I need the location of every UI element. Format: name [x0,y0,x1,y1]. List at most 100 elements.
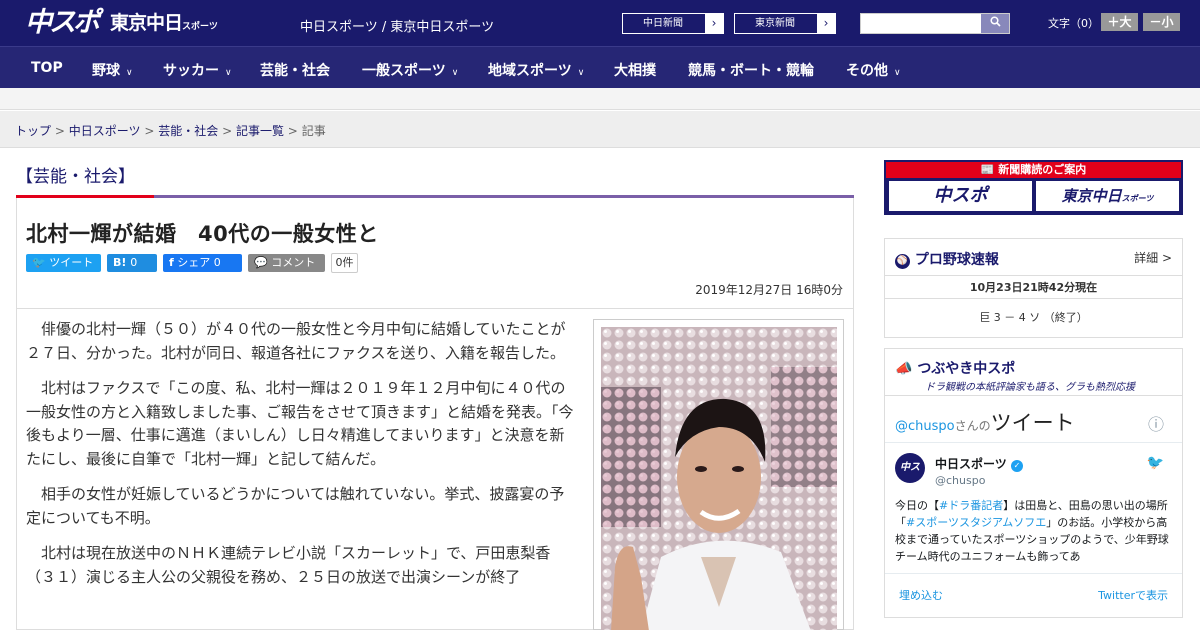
hashtag-link[interactable]: #ドラ番記者 [939,499,1003,512]
paragraph: 北村は現在放送中のＮＨＫ連続テレビ小説「スカーレット」で、戸田恵梨香（３１）演じ… [26,544,551,586]
nav-entertainment[interactable]: 芸能・社会 [260,60,330,80]
breadcrumb-top[interactable]: トップ [15,124,51,138]
baseball-title-text: プロ野球速報 [914,252,999,268]
chevron-down-icon: ∨ [451,68,459,78]
nav-other[interactable]: その他 ∨ [846,60,901,80]
tweets-title: 📣 つぶやき中スポ [895,358,1015,378]
divider [885,442,1182,443]
nav-general-sports[interactable]: 一般スポーツ ∨ [362,60,458,80]
baseball-icon: ⚾ [895,254,910,269]
chunichi-shimbun-link[interactable]: 中日新聞 › [622,13,724,34]
tweets-subtitle: ドラ観戦の本紙評論家も語る、グラも熱烈応援 [925,382,1135,393]
nav-label: サッカー [163,63,219,79]
main-nav: TOP 野球 ∨ サッカー ∨ 芸能・社会 一般スポーツ ∨ 地域スポーツ ∨ 大相撲 … [0,46,1200,88]
nav-label: 一般スポーツ [362,63,446,79]
tweets-widget: 📣 つぶやき中スポ ドラ観戦の本紙評論家も語る、グラも熱烈応援 @chuspoさ… [884,348,1183,618]
embed-link[interactable]: 埋め込む [899,587,943,603]
divider [885,395,1182,396]
baseball-widget: ⚾ プロ野球速報 詳細 > 10月23日21時42分現在 巨 3 － 4 ソ （… [884,238,1183,338]
font-minus-button[interactable]: －小 [1143,13,1180,31]
tweet-user-handle[interactable]: @chuspo [935,474,985,487]
nav-keiba[interactable]: 競馬・ボート・競輪 [688,60,814,80]
nav-label: 地域スポーツ [488,63,572,79]
tweet-user-name[interactable]: 中日スポーツ ✓ [935,455,1023,472]
chevron-down-icon: ∨ [577,68,585,78]
comment-count: 0件 [331,253,358,273]
top-header: 中スポ 東京中日スポーツ 中日スポーツ / 東京中日スポーツ 中日新聞 › 東京新… [0,0,1200,46]
nav-label: その他 [846,63,888,79]
font-plus-button[interactable]: ＋大 [1101,13,1138,31]
divider [885,573,1182,574]
breadcrumb-current: 記事 [301,124,326,138]
breadcrumb-article-list[interactable]: 記事一覧 [236,124,284,138]
newspaper-icon: 📰 [980,163,995,176]
article-body: 俳優の北村一輝（５０）が４０代の一般女性と今月中旬に結婚していたことが２７日、分… [26,318,574,601]
comment-label: コメント [271,256,316,269]
subscription-header: 📰 新聞購読のご案内 [886,162,1181,178]
chevron-down-icon: ∨ [126,68,133,78]
verified-badge-icon: ✓ [1010,460,1023,472]
hashtag-link[interactable]: #スポーツスタジアムソフエ [906,516,1046,529]
tokyo-chunichi-subscribe-button[interactable]: 東京中日スポーツ [1036,181,1179,211]
breadcrumb-sep: > [222,124,233,138]
paragraph: 北村はファクスで「この度、私、北村一輝は２０１９年１２月中旬に４０代の一般女性の… [26,379,574,468]
font-size-label: 文字（0） [1048,17,1099,30]
tweet-label: ツイート [49,256,94,269]
category-heading: 【芸能・社会】 [16,167,135,187]
divider [16,308,854,309]
breadcrumb-sep: > [54,124,65,138]
avatar[interactable]: 中ス [895,453,925,483]
logo-sub-small: スポーツ [182,22,218,32]
nav-label: 競馬・ボート・競輪 [688,63,814,79]
nav-sumo[interactable]: 大相撲 [614,60,656,80]
timeline-word: ツイート [990,411,1075,435]
nav-top[interactable]: TOP [31,60,63,76]
tokyo-chunichi-small: スポーツ [1121,194,1154,203]
nav-label: 野球 [92,63,120,79]
handle-suffix: さんの [954,419,991,433]
newspaper-subscription-banner[interactable]: 📰 新聞購読のご案内 中スポ 東京中日スポーツ [884,160,1183,215]
tokyo-shimbun-link[interactable]: 東京新聞 › [734,13,836,34]
hatena-button[interactable]: B! 0 [107,254,157,272]
nav-label: TOP [31,60,63,76]
breadcrumb: トップ > 中日スポーツ > 芸能・社会 > 記事一覧 > 記事 [0,111,1200,148]
nav-local-sports[interactable]: 地域スポーツ ∨ [488,60,584,80]
breadcrumb-entertainment[interactable]: 芸能・社会 [158,124,218,138]
nav-soccer[interactable]: サッカー ∨ [163,60,232,80]
baseball-updated: 10月23日21時42分現在 [885,275,1182,299]
twitter-bird-icon[interactable]: 🐦 [1147,455,1164,471]
tweet-button[interactable]: 🐦 ツイート [26,254,101,272]
nav-label: 大相撲 [614,63,656,79]
tokyo-chunichi-logo[interactable]: 東京中日スポーツ [110,12,218,38]
baseball-detail-link[interactable]: 詳細 > [1134,249,1172,266]
logo-sub-text: 東京中日 [110,12,183,34]
search-input[interactable] [860,13,1010,34]
tokyo-chunichi-text: 東京中日 [1061,187,1122,205]
article-photo-frame [593,319,844,630]
breadcrumb-sep: > [144,124,155,138]
ad-strip [0,88,1200,110]
arrow-icon: › [817,14,835,33]
info-icon[interactable]: ⓘ [1148,411,1164,435]
twitter-handle-link[interactable]: @chuspo [895,419,955,434]
article-date: 2019年12月27日 16時0分 [695,283,843,297]
article-photo[interactable] [601,327,837,630]
nav-baseball[interactable]: 野球 ∨ [92,60,133,80]
comment-button[interactable]: 💬 コメント [248,254,325,272]
paragraph: 俳優の北村一輝（５０）が４０代の一般女性と今月中旬に結婚していたことが２７日、分… [26,320,566,362]
chuspo-logo[interactable]: 中スポ [25,7,100,39]
hatena-count: 0 [130,256,138,269]
breadcrumb-chunichi-sports[interactable]: 中日スポーツ [69,124,141,138]
user-name-text: 中日スポーツ [935,457,1007,471]
paragraph: 相手の女性が妊娠しているどうかについては触れていない。挙式、披露宴の予定について… [26,485,565,527]
facebook-share-button[interactable]: f シェア 0 [163,254,242,272]
nav-label: 芸能・社会 [260,63,330,79]
subscription-header-text: 新聞購読のご案内 [998,163,1087,176]
view-on-twitter-link[interactable]: Twitterで表示 [1098,587,1168,603]
timeline-header: @chuspoさんのツイート [895,407,1075,437]
hatena-icon: B! [113,256,127,269]
chuspo-subscribe-button[interactable]: 中スポ [889,181,1032,211]
megaphone-icon: 📣 [895,361,913,377]
search-icon[interactable] [981,14,1009,33]
baseball-score[interactable]: 巨 3 － 4 ソ （終了） [885,309,1182,325]
